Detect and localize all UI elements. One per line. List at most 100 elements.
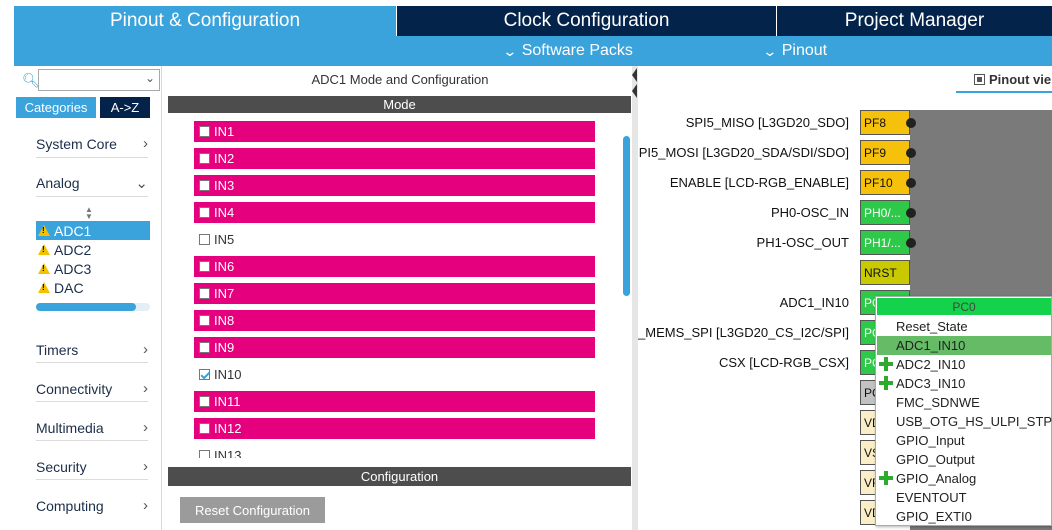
configuration-header: Configuration: [168, 467, 631, 486]
chevron-down-icon: ⌄: [502, 42, 518, 59]
pin-box[interactable]: PF8: [860, 110, 910, 135]
context-menu-item[interactable]: GPIO_EXTI0: [877, 507, 1051, 526]
context-menu-item[interactable]: USB_OTG_HS_ULPI_STP: [877, 412, 1052, 431]
software-packs-label: Software Packs: [521, 42, 633, 59]
categories-button[interactable]: Categories: [16, 97, 96, 118]
mode-input-row[interactable]: IN6: [194, 256, 595, 277]
pinout-view-tab[interactable]: Pinout vie: [974, 72, 1051, 87]
pin-signal-label: PH1-OSC_OUT: [756, 235, 849, 250]
checkbox[interactable]: [199, 342, 210, 353]
mode-input-row[interactable]: IN1: [194, 121, 595, 142]
vertical-scrollbar-thumb[interactable]: [623, 136, 630, 296]
category-multimedia[interactable]: Multimedia ›: [36, 419, 148, 436]
tab-pinout-configuration[interactable]: Pinout & Configuration: [14, 6, 396, 36]
pin-box[interactable]: PF10: [860, 170, 910, 195]
category-timers[interactable]: Timers ›: [36, 341, 148, 358]
plus-icon: [879, 357, 893, 371]
sidebar-item-label: ADC2: [54, 241, 92, 258]
category-connectivity[interactable]: Connectivity ›: [36, 380, 148, 397]
tab-project-manager[interactable]: Project Manager: [777, 6, 1052, 36]
checkbox[interactable]: [199, 261, 210, 272]
checkbox[interactable]: [199, 180, 210, 191]
mode-input-label: IN10: [214, 367, 242, 382]
context-menu-item-label: GPIO_EXTI0: [896, 509, 972, 524]
checkbox[interactable]: [199, 315, 210, 326]
horizontal-scrollbar-thumb[interactable]: [36, 303, 136, 311]
mode-input-row[interactable]: IN3: [194, 175, 595, 196]
sidebar-item-label: ADC1: [54, 222, 92, 239]
mode-input-row[interactable]: IN4: [194, 202, 595, 223]
context-menu-item[interactable]: GPIO_Output: [877, 450, 1051, 469]
checkbox[interactable]: [199, 207, 210, 218]
divider: [36, 362, 148, 363]
pin-box[interactable]: PF9: [860, 140, 910, 165]
warning-icon: [38, 225, 50, 236]
sidebar-item-adc2[interactable]: ADC2: [36, 240, 150, 259]
mode-input-row[interactable]: IN5: [194, 229, 595, 250]
divider: [36, 440, 148, 441]
context-menu-item[interactable]: Reset_State: [877, 317, 1051, 336]
warning-icon: [38, 244, 50, 255]
software-packs-menu[interactable]: ⌄ Software Packs: [502, 36, 633, 66]
pushpin-icon: [906, 118, 916, 128]
context-menu-item[interactable]: GPIO_Analog: [877, 469, 1051, 488]
context-menu-item-label: ADC2_IN10: [896, 357, 966, 372]
collapse-left-icon[interactable]: [632, 68, 637, 82]
checkbox[interactable]: [199, 423, 210, 434]
sub-toolbar: ⌄ Software Packs ⌄ Pinout: [14, 36, 1052, 66]
context-menu-item[interactable]: EVENTOUT: [877, 488, 1051, 507]
pin-box[interactable]: PH0/...: [860, 200, 910, 225]
sort-icon[interactable]: ▲ ▼: [85, 206, 93, 221]
checkbox[interactable]: [199, 234, 210, 245]
reset-configuration-button[interactable]: Reset Configuration: [180, 497, 325, 523]
category-security[interactable]: Security ›: [36, 458, 148, 475]
context-menu-item[interactable]: ADC3_IN10: [877, 374, 1051, 393]
pin-box[interactable]: NRST: [860, 260, 910, 285]
context-menu-item[interactable]: GPIO_Input: [877, 431, 1051, 450]
chevron-down-icon[interactable]: ⌄: [145, 71, 155, 85]
mode-input-row[interactable]: IN2: [194, 148, 595, 169]
context-menu-item-label: GPIO_Output: [896, 452, 975, 467]
sidebar-item-label: ADC3: [54, 260, 92, 277]
mode-header: Mode: [168, 96, 631, 113]
category-label: Computing: [36, 497, 104, 514]
mode-input-row[interactable]: IN8: [194, 310, 595, 331]
checkbox[interactable]: [199, 369, 210, 380]
category-system-core[interactable]: System Core ›: [36, 135, 148, 152]
category-label: Timers: [36, 341, 79, 358]
checkbox[interactable]: [199, 450, 210, 458]
chevron-right-icon: ›: [143, 341, 148, 358]
mode-input-row[interactable]: IN11: [194, 391, 595, 412]
pinout-menu[interactable]: ⌄ Pinout: [762, 36, 827, 66]
context-menu-item[interactable]: FMC_SDNWE: [877, 393, 1051, 412]
sidebar-item-dac[interactable]: DAC: [36, 278, 150, 297]
sidebar-item-adc3[interactable]: ADC3: [36, 259, 150, 278]
mode-input-row[interactable]: IN9: [194, 337, 595, 358]
context-menu-item[interactable]: ADC1_IN10: [877, 336, 1051, 355]
sidebar-item-adc1[interactable]: ADC1: [36, 221, 150, 240]
chevron-down-icon: ⌄: [135, 175, 148, 192]
category-analog[interactable]: Analog ⌄: [36, 174, 148, 192]
stm32cubemx-window: Pinout & Configuration Clock Configurati…: [0, 0, 1052, 530]
divider: [36, 479, 148, 480]
mode-input-row[interactable]: IN10: [194, 364, 595, 385]
mode-input-label: IN7: [214, 286, 235, 301]
search-input[interactable]: ⌄: [38, 69, 160, 91]
category-computing[interactable]: Computing ›: [36, 497, 148, 514]
az-sort-button[interactable]: A->Z: [100, 97, 150, 118]
checkbox[interactable]: [199, 396, 210, 407]
mode-input-label: IN4: [214, 205, 235, 220]
mode-input-row[interactable]: IN7: [194, 283, 595, 304]
mode-input-row[interactable]: IN12: [194, 418, 595, 439]
context-menu-item[interactable]: ADC2_IN10: [877, 355, 1051, 374]
tab-clock-configuration[interactable]: Clock Configuration: [397, 6, 776, 36]
mode-input-label: IN12: [214, 421, 242, 436]
context-menu-item-label: GPIO_Analog: [896, 471, 977, 486]
pin-box[interactable]: PH1/...: [860, 230, 910, 255]
mode-input-row[interactable]: IN13: [194, 445, 595, 458]
checkbox[interactable]: [199, 126, 210, 137]
checkbox[interactable]: [199, 153, 210, 164]
checkbox[interactable]: [199, 288, 210, 299]
context-menu-header: PC0: [877, 298, 1051, 315]
collapse-left-icon[interactable]: [632, 84, 637, 98]
